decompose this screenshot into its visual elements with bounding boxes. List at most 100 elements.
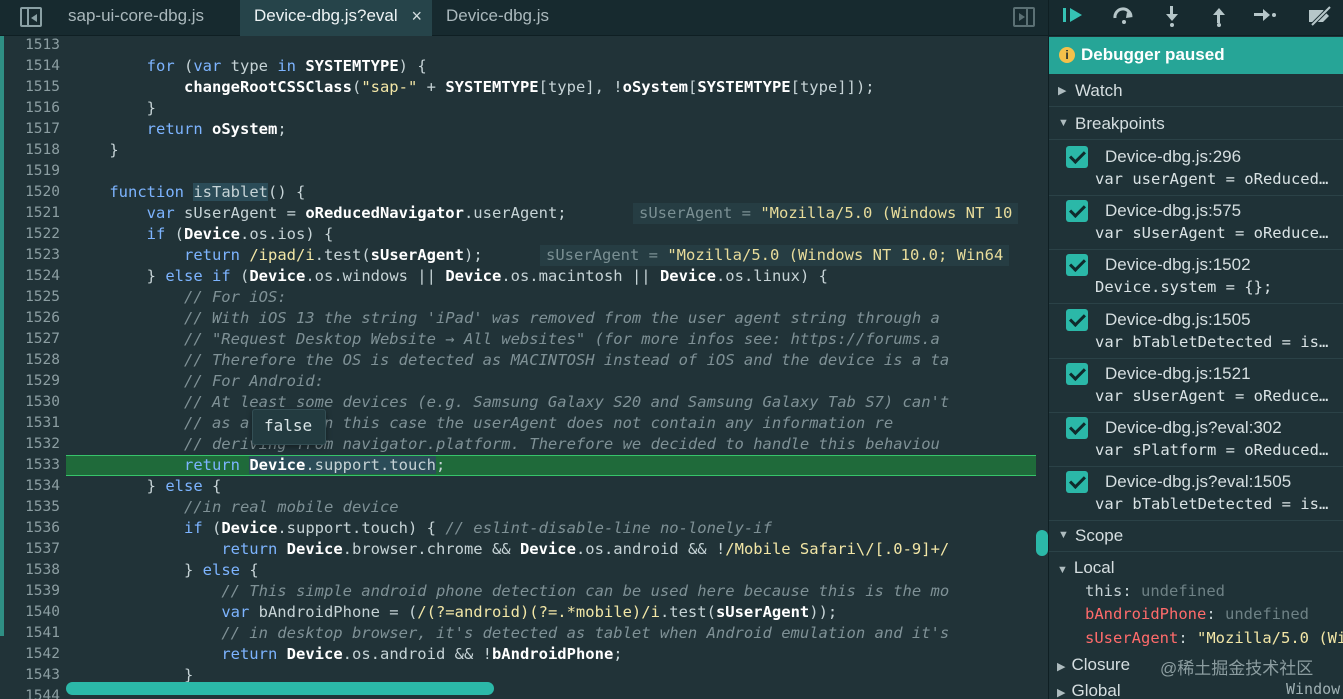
deactivate-breakpoints-icon[interactable] [1307, 5, 1333, 29]
code-line[interactable]: 1514 for (var type in SYSTEMTYPE) { [0, 56, 1048, 77]
toggle-sources-panel-icon[interactable] [20, 7, 42, 27]
line-number[interactable]: 1544 [8, 686, 60, 699]
line-number[interactable]: 1540 [8, 602, 60, 623]
line-number[interactable]: 1537 [8, 539, 60, 560]
tab-sap-ui-core[interactable]: sap-ui-core-dbg.js [54, 0, 240, 36]
code-line[interactable]: 1538 } else { [0, 560, 1048, 581]
code-line[interactable]: 1518 } [0, 140, 1048, 161]
line-number[interactable]: 1535 [8, 497, 60, 518]
resume-icon[interactable] [1061, 5, 1087, 29]
watch-section-header[interactable]: ▶ Watch [1049, 75, 1343, 107]
code-line[interactable]: 1535 //in real mobile device [0, 497, 1048, 518]
line-number[interactable]: 1522 [8, 224, 60, 245]
breakpoint-checkbox[interactable] [1066, 146, 1088, 168]
line-number[interactable]: 1523 [8, 245, 60, 266]
code-line[interactable]: 1532 // deriving from navigator.platform… [0, 434, 1048, 455]
toggle-debugger-panel-icon[interactable] [1013, 7, 1035, 27]
code-line[interactable]: 1526 // With iOS 13 the string 'iPad' wa… [0, 308, 1048, 329]
line-number[interactable]: 1519 [8, 161, 60, 182]
code-line[interactable]: 1517 return oSystem; [0, 119, 1048, 140]
breakpoint-item[interactable]: Device-dbg.js:1502 Device.system = {}; [1049, 250, 1343, 305]
global-scope-header[interactable]: ▶ Global [1057, 681, 1121, 699]
code-line[interactable]: 1531 // as a page. In this case the user… [0, 413, 1048, 434]
closure-scope-header[interactable]: ▶ Closure [1057, 655, 1130, 675]
code-line[interactable]: 1533 return Device.support.touch; [0, 455, 1048, 476]
line-number[interactable]: 1539 [8, 581, 60, 602]
breakpoint-checkbox[interactable] [1066, 417, 1088, 439]
local-scope-header[interactable]: ▼ Local [1057, 558, 1115, 578]
scope-variable[interactable]: bAndroidPhone: undefined [1085, 605, 1309, 623]
line-number[interactable]: 1524 [8, 266, 60, 287]
code-line[interactable]: 1530 // At least some devices (e.g. Sams… [0, 392, 1048, 413]
code-line[interactable]: 1524 } else if (Device.os.windows || Dev… [0, 266, 1048, 287]
line-number[interactable]: 1521 [8, 203, 60, 224]
line-number[interactable]: 1526 [8, 308, 60, 329]
code-line[interactable]: 1519 [0, 161, 1048, 182]
line-number[interactable]: 1520 [8, 182, 60, 203]
tab-close-icon[interactable]: × [411, 0, 422, 32]
breakpoint-checkbox[interactable] [1066, 254, 1088, 277]
breakpoint-checkbox[interactable] [1066, 308, 1088, 331]
code-line[interactable]: 1536 if (Device.support.touch) { // esli… [0, 518, 1048, 539]
code-line[interactable]: 1528 // Therefore the OS is detected as … [0, 350, 1048, 371]
step-into-icon[interactable] [1159, 5, 1185, 29]
line-number[interactable]: 1516 [8, 98, 60, 119]
breakpoint-item[interactable]: Device-dbg.js:296 var userAgent = oReduce… [1049, 142, 1343, 196]
code-line[interactable]: 1521 var sUserAgent = oReducedNavigator.… [0, 203, 1048, 224]
code-line[interactable]: 1541 // in desktop browser, it's detecte… [0, 623, 1048, 644]
code-line[interactable]: 1542 return Device.os.android && !bAndro… [0, 644, 1048, 665]
line-number[interactable]: 1513 [8, 36, 60, 56]
code-line[interactable]: 1525 // For iOS: [0, 287, 1048, 308]
code-line[interactable]: 1513 [0, 36, 1048, 56]
breakpoint-checkbox[interactable] [1066, 471, 1088, 494]
code-line[interactable]: 1540 var bAndroidPhone = (/(?=android)(?… [0, 602, 1048, 623]
scope-section-header[interactable]: ▼ Scope [1049, 520, 1343, 552]
code-line[interactable]: 1534 } else { [0, 476, 1048, 497]
breakpoint-item[interactable]: Device-dbg.js:1505 var bTabletDetected = … [1049, 305, 1343, 359]
line-number[interactable]: 1541 [8, 623, 60, 644]
step-out-icon[interactable] [1206, 5, 1232, 29]
step-over-icon[interactable] [1111, 5, 1137, 29]
scope-variable[interactable]: this: undefined [1085, 582, 1225, 600]
line-number[interactable]: 1536 [8, 518, 60, 539]
line-number[interactable]: 1518 [8, 140, 60, 161]
breakpoints-section-header[interactable]: ▼ Breakpoints [1049, 108, 1343, 140]
line-number[interactable]: 1525 [8, 287, 60, 308]
breakpoint-item[interactable]: Device-dbg.js:1521 var sUserAgent = oRedu… [1049, 359, 1343, 413]
line-number[interactable]: 1515 [8, 77, 60, 98]
breakpoint-checkbox[interactable] [1066, 362, 1088, 385]
code-line[interactable]: 1529 // For Android: [0, 371, 1048, 392]
line-number[interactable]: 1533 [8, 455, 60, 476]
line-number[interactable]: 1538 [8, 560, 60, 581]
code-line[interactable]: 1527 // "Request Desktop Website → All w… [0, 329, 1048, 350]
code-line[interactable]: 1520 function isTablet() { [0, 182, 1048, 203]
code-line[interactable]: 1516 } [0, 98, 1048, 119]
breakpoint-item[interactable]: Device-dbg.js:575 var sUserAgent = oReduc… [1049, 196, 1343, 251]
horizontal-scrollbar[interactable] [66, 682, 494, 695]
scope-variable[interactable]: sUserAgent: "Mozilla/5.0 (Windows NT 10.… [1085, 629, 1343, 647]
line-number[interactable]: 1532 [8, 434, 60, 455]
line-number[interactable]: 1529 [8, 371, 60, 392]
tab-device-dbg[interactable]: Device-dbg.js [432, 0, 582, 36]
code-line[interactable]: 1523 return /ipad/i.test(sUserAgent); sUs… [0, 245, 1048, 266]
step-icon[interactable] [1252, 5, 1278, 29]
line-number[interactable]: 1534 [8, 476, 60, 497]
code-line[interactable]: 1537 return Device.browser.chrome && Dev… [0, 539, 1048, 560]
line-number[interactable]: 1530 [8, 392, 60, 413]
code-editor[interactable]: 1513 1514 for (var type in SYSTEMTYPE) {1… [0, 36, 1048, 699]
line-number[interactable]: 1542 [8, 644, 60, 665]
breakpoint-item[interactable]: Device-dbg.js?eval:1505 var bTabletDetect… [1049, 467, 1343, 522]
breakpoint-item[interactable]: Device-dbg.js?eval:302 var sPlatform = oR… [1049, 413, 1343, 467]
line-number[interactable]: 1514 [8, 56, 60, 77]
line-number[interactable]: 1528 [8, 350, 60, 371]
line-number[interactable]: 1531 [8, 413, 60, 434]
tab-device-dbg-eval[interactable]: Device-dbg.js?eval × [240, 0, 432, 36]
code-line[interactable]: 1539 // This simple android phone detect… [0, 581, 1048, 602]
line-number[interactable]: 1527 [8, 329, 60, 350]
line-number[interactable]: 1543 [8, 665, 60, 686]
code-line[interactable]: 1522 if (Device.os.ios) { [0, 224, 1048, 245]
code-line[interactable]: 1515 changeRootCSSClass("sap-" + SYSTEMT… [0, 77, 1048, 98]
line-number[interactable]: 1517 [8, 119, 60, 140]
vertical-scrollbar[interactable] [1036, 530, 1048, 556]
breakpoint-checkbox[interactable] [1066, 200, 1088, 223]
